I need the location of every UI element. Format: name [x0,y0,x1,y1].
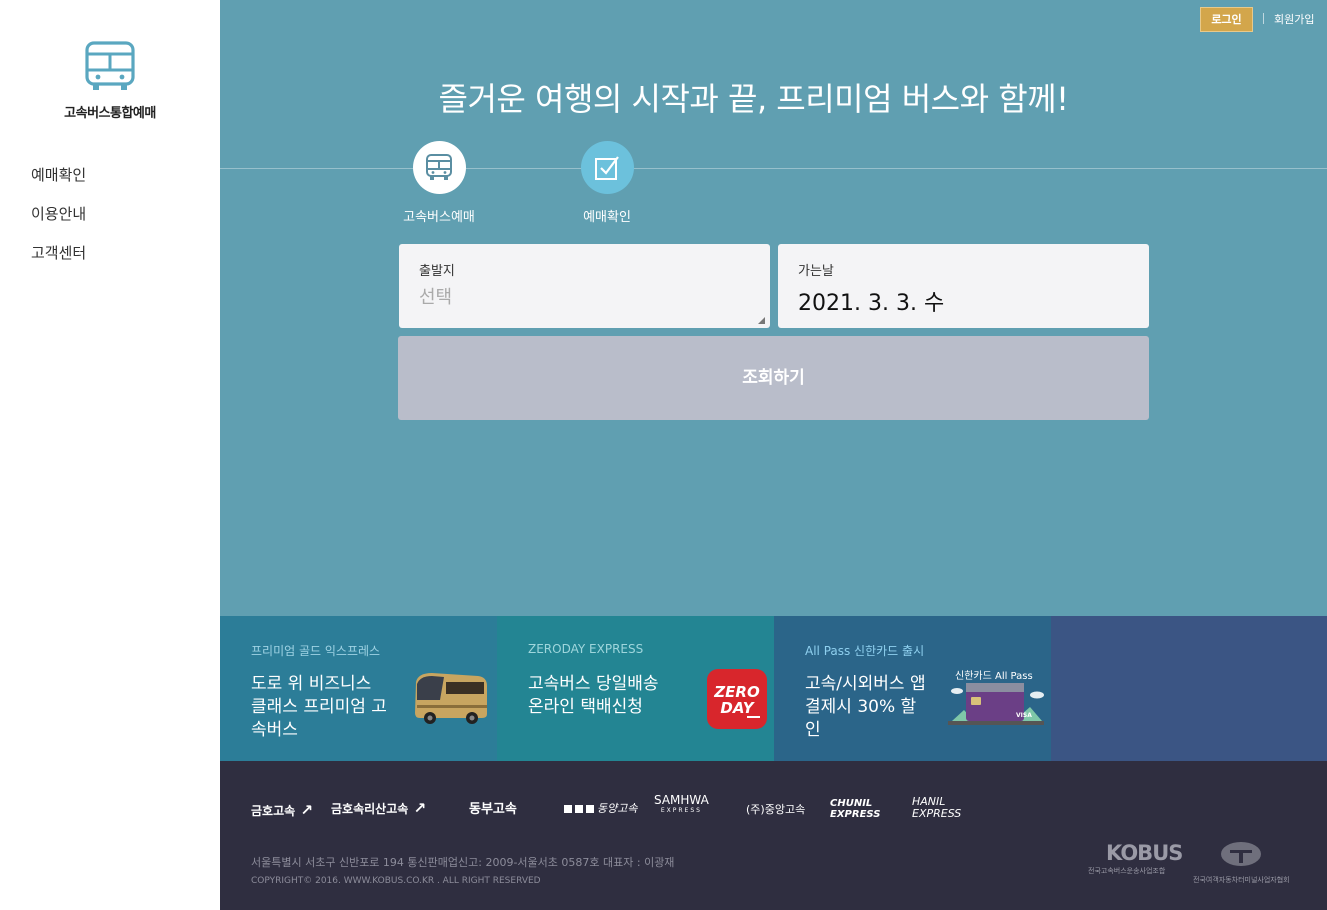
footer-copyright: COPYRIGHT© 2016. WWW.KOBUS.CO.KR . ALL R… [251,876,541,886]
brand-name: 고속버스통합예매 [64,106,156,121]
banner-strip: 프리미엄 골드 익스프레스 도로 위 비즈니스 클래스 프리미엄 고속버스 ZE… [220,616,1327,761]
banner-tag: All Pass 신한카드 출시 [805,644,925,658]
association-emblem-icon [1221,842,1262,866]
banner-text: 고속/시외버스 앱 결제시 30% 할인 [805,674,926,740]
credit-card-icon: VISA [948,683,1044,725]
banner-zeroday[interactable]: ZERODAY EXPRESS 고속버스 당일배송 온라인 택배신청 ZERO … [497,616,774,761]
kobus-wordmark: KOBUS [1106,841,1183,865]
search-button[interactable]: 조회하기 [398,336,1149,420]
sidebar-item-guide[interactable]: 이용안내 [31,203,86,242]
banner-text: 도로 위 비즈니스 클래스 프리미엄 고속버스 [251,674,387,740]
banner-tag: ZERODAY EXPRESS [528,642,644,656]
logo-dongbu[interactable]: 동부고속 [469,798,517,817]
banner-text: 고속버스 당일배송 온라인 택배신청 [528,674,659,717]
brand-logo[interactable]: 고속버스통합예매 [0,40,220,121]
footer: 금호고속 ↗ 금호속리산고속 ↗ 동부고속 동양고속 SAMHWA EXPRES… [220,761,1327,910]
hero-section: 로그인 회원가입 즐거운 여행의 시작과 끝, 프리미엄 버스와 함께! 고속버… [220,0,1327,616]
bus-icon [426,153,452,180]
tab-label: 고속버스예매 [403,210,475,225]
tab-reservation-check[interactable]: 예매확인 [552,141,662,225]
bus-photo-icon [415,673,487,724]
join-link[interactable]: 회원가입 [1274,11,1314,27]
sidebar: 고속버스통합예매 예매확인 이용안내 고객센터 [0,0,220,910]
page-title: 즐거운 여행의 시작과 끝, 프리미엄 버스와 함께! [438,80,1069,118]
sidebar-item-customer-center[interactable]: 고객센터 [31,242,86,281]
kobus-logo[interactable]: KOBUS 전국고속버스운송사업조합 [1088,841,1183,876]
checkbox-icon [595,155,619,180]
association-logo[interactable]: 전국여객자동차터미널사업자협회 [1193,841,1290,885]
bus-icon-circle [412,141,466,194]
svg-text:VISA: VISA [1016,712,1032,719]
logo-kumho[interactable]: 금호고속 ↗ [251,801,313,819]
sidebar-nav: 예매확인 이용안내 고객센터 [31,164,86,281]
logo-kumho-songnisan[interactable]: 금호속리산고속 ↗ [331,799,426,817]
divider [1263,13,1264,24]
departure-label: 출발지 [419,264,455,279]
bus-icon [84,40,136,92]
sidebar-item-reservation-check[interactable]: 예매확인 [31,164,86,203]
banner-empty [1051,616,1327,761]
tab-bus-reservation[interactable]: 고속버스예매 [384,141,494,225]
logo-jungang[interactable]: (주)중앙고속 [746,801,805,817]
zeroday-logo-icon: ZERO DAY [707,669,767,729]
date-label: 가는날 [798,264,834,279]
checkbox-icon-circle [580,141,634,194]
banner-tag: 프리미엄 골드 익스프레스 [251,644,381,658]
logo-chunil[interactable]: CHUNIL EXPRESS [830,798,900,820]
date-field[interactable]: 가는날 2021. 3. 3. 수 [778,244,1149,328]
departure-field[interactable]: 출발지 선택 [399,244,770,328]
svg-text:DAY: DAY [720,699,755,717]
kobus-subtitle: 전국고속버스운송사업조합 [1088,867,1166,875]
login-button[interactable]: 로그인 [1200,7,1253,32]
departure-placeholder: 선택 [419,287,453,308]
corner-triangle-icon [758,317,765,324]
logo-dongyang[interactable]: 동양고속 [564,800,637,816]
tab-label: 예매확인 [583,210,631,225]
banner-shinhan-card[interactable]: All Pass 신한카드 출시 고속/시외버스 앱 결제시 30% 할인 신한… [774,616,1051,761]
date-value: 2021. 3. 3. 수 [798,291,945,316]
logo-samhwa[interactable]: SAMHWA EXPRESS [654,793,709,814]
banner-premium-gold[interactable]: 프리미엄 골드 익스프레스 도로 위 비즈니스 클래스 프리미엄 고속버스 [220,616,497,761]
logo-hanil[interactable]: HANIL EXPRESS [912,796,984,820]
association-name: 전국여객자동차터미널사업자협회 [1193,876,1290,884]
footer-address: 서울특별시 서초구 신반포로 194 통신판매업신고: 2009-서울서초 05… [251,856,675,869]
